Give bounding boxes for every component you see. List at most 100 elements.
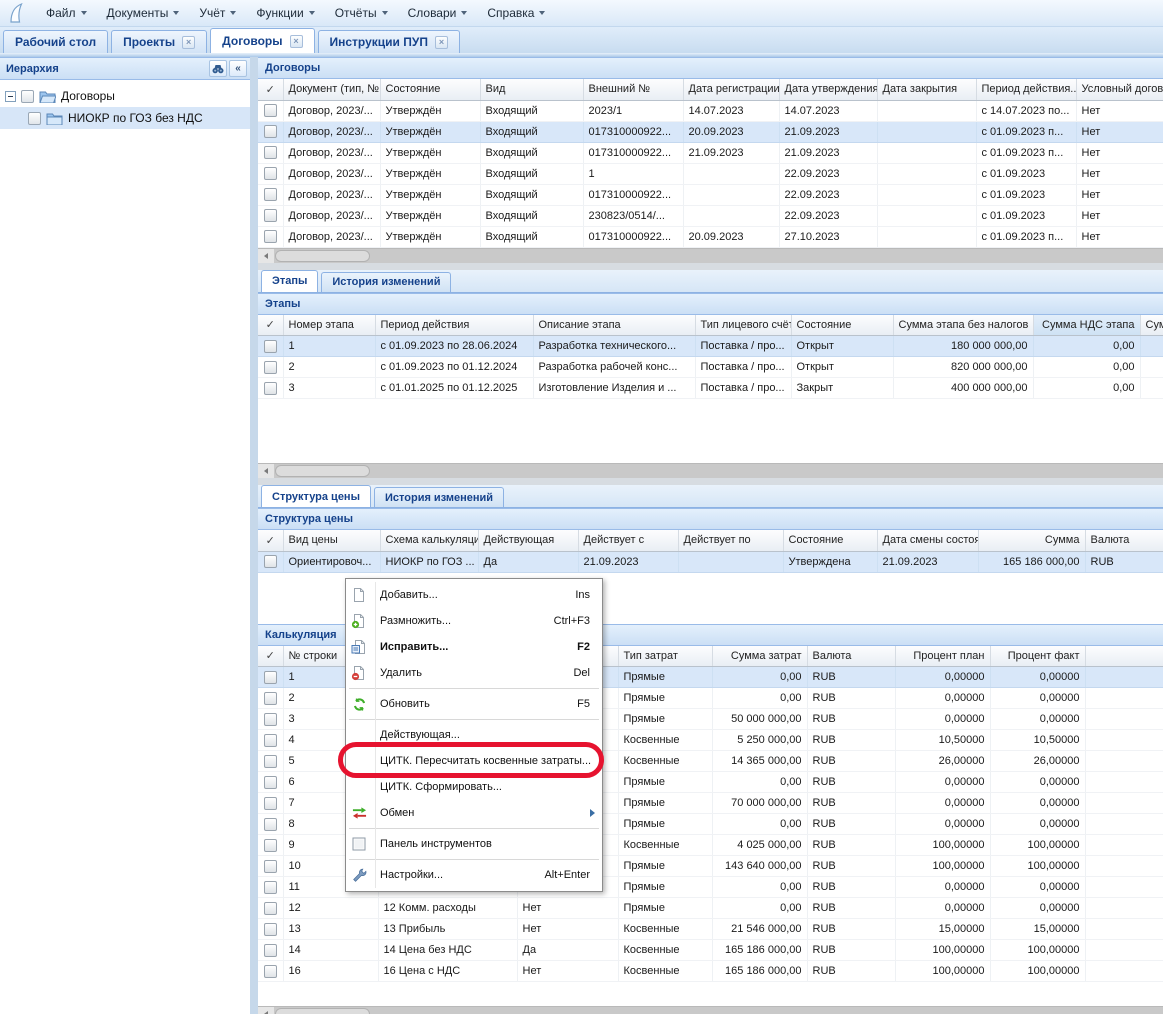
table-row[interactable]: 2с 01.09.2023 по 01.12.2024Разработка ра… (258, 357, 1163, 378)
column-header[interactable]: Сумма затрат (712, 646, 807, 667)
row-checkbox[interactable] (264, 361, 277, 374)
row-checkbox[interactable] (264, 713, 277, 726)
column-header[interactable] (1085, 646, 1163, 667)
column-header[interactable]: Действует по (678, 530, 783, 551)
column-header[interactable]: Период действия.. (976, 79, 1076, 100)
context-menu-item[interactable]: ЦИТК. Пересчитать косвенные затраты... (346, 748, 602, 774)
row-checkbox[interactable] (264, 881, 277, 894)
column-header[interactable]: Дата смены состоя (877, 530, 978, 551)
context-menu-item[interactable]: Добавить...Ins (346, 582, 602, 608)
column-header[interactable]: Процент план (895, 646, 990, 667)
table-row[interactable]: Договор, 2023/...УтверждёнВходящий017310… (258, 142, 1163, 163)
column-header[interactable]: Состояние (783, 530, 877, 551)
row-checkbox[interactable] (264, 818, 277, 831)
table-row[interactable]: Ориентировоч...НИОКР по ГОЗ ...Да21.09.2… (258, 551, 1163, 572)
row-checkbox[interactable] (264, 839, 277, 852)
panel-splitter[interactable] (258, 478, 1163, 485)
find-icon[interactable] (209, 60, 227, 77)
column-header[interactable]: Внешний № (583, 79, 683, 100)
row-checkbox[interactable] (264, 902, 277, 915)
column-header[interactable]: Вид цены (283, 530, 380, 551)
sidebar-splitter[interactable] (250, 57, 258, 1014)
column-header[interactable]: Вид (480, 79, 583, 100)
row-checkbox[interactable] (264, 230, 277, 243)
column-header[interactable]: Действует с (578, 530, 678, 551)
close-icon[interactable]: × (182, 36, 195, 49)
column-header[interactable]: ✓ (258, 646, 283, 667)
context-menu-item[interactable]: ОбновитьF5 (346, 691, 602, 717)
horizontal-scrollbar[interactable] (258, 248, 1163, 263)
close-icon[interactable]: × (435, 36, 448, 49)
section-tab[interactable]: Структура цены (261, 485, 371, 507)
tab-dogovory[interactable]: Договоры × (210, 28, 314, 53)
column-header[interactable]: Дата утверждения (779, 79, 877, 100)
column-header[interactable]: Процент факт (990, 646, 1085, 667)
tab-instrukcii-pup[interactable]: Инструкции ПУП × (318, 30, 460, 53)
column-header[interactable]: Валюта (807, 646, 895, 667)
column-header[interactable]: Состояние (791, 315, 893, 336)
context-menu-item[interactable]: Действующая... (346, 722, 602, 748)
tab-proekty[interactable]: Проекты × (111, 30, 207, 53)
scroll-left-icon[interactable] (258, 249, 274, 263)
column-header[interactable]: Описание этапа (533, 315, 695, 336)
tab-rabochiy-stol[interactable]: Рабочий стол (3, 30, 108, 53)
collapse-node-icon[interactable] (5, 91, 16, 102)
row-checkbox[interactable] (264, 382, 277, 395)
row-checkbox[interactable] (264, 923, 277, 936)
row-checkbox[interactable] (264, 104, 277, 117)
tree-checkbox[interactable] (28, 112, 41, 125)
row-checkbox[interactable] (264, 125, 277, 138)
table-row[interactable]: 1616 Цена с НДСНетКосвенные165 186 000,0… (258, 961, 1163, 982)
context-menu-item[interactable]: Размножить...Ctrl+F3 (346, 608, 602, 634)
column-header[interactable]: ✓ (258, 530, 283, 551)
table-row[interactable]: 1313 ПрибыльНетКосвенные21 546 000,00RUB… (258, 919, 1163, 940)
row-checkbox[interactable] (264, 167, 277, 180)
table-row[interactable]: 1с 01.09.2023 по 28.06.2024Разработка те… (258, 336, 1163, 357)
scroll-left-icon[interactable] (258, 1007, 274, 1014)
horizontal-scrollbar[interactable] (258, 1006, 1163, 1014)
context-menu-item[interactable]: Панель инструментов (346, 831, 602, 857)
table-row[interactable]: Договор, 2023/...УтверждёнВходящий230823… (258, 205, 1163, 226)
tree-node-niokr[interactable]: НИОКР по ГОЗ без НДС (0, 107, 250, 129)
context-menu-item[interactable]: УдалитьDel (346, 660, 602, 686)
tree-checkbox[interactable] (21, 90, 34, 103)
row-checkbox[interactable] (264, 755, 277, 768)
menubar-item[interactable]: Учёт (189, 2, 246, 24)
row-checkbox[interactable] (264, 797, 277, 810)
column-header[interactable]: Тип лицевого счёт (695, 315, 791, 336)
table-row[interactable]: 1212 Комм. расходыНетПрямые0,00RUB0,0000… (258, 898, 1163, 919)
scrollbar-thumb[interactable] (275, 1008, 370, 1014)
panel-splitter[interactable] (258, 263, 1163, 270)
column-header[interactable]: Документ (тип, № (283, 79, 380, 100)
row-checkbox[interactable] (264, 734, 277, 747)
table-row[interactable]: Договор, 2023/...УтверждёнВходящий017310… (258, 184, 1163, 205)
context-menu-item[interactable]: ЦИТК. Сформировать... (346, 774, 602, 800)
row-checkbox[interactable] (264, 671, 277, 684)
menubar-item[interactable]: Справка (477, 2, 555, 24)
row-checkbox[interactable] (264, 860, 277, 873)
section-tab[interactable]: История изменений (374, 487, 504, 507)
column-header[interactable]: Схема калькуляци (380, 530, 478, 551)
context-menu-item[interactable]: Обмен (346, 800, 602, 826)
tree-node-dogovory[interactable]: Договоры (0, 85, 250, 107)
column-header[interactable]: Период действия (375, 315, 533, 336)
row-checkbox[interactable] (264, 188, 277, 201)
scroll-left-icon[interactable] (258, 464, 274, 478)
column-header[interactable]: Сумма этапа без налогов (893, 315, 1033, 336)
scrollbar-thumb[interactable] (275, 250, 370, 262)
collapse-icon[interactable]: « (229, 60, 247, 77)
table-row[interactable]: 3с 01.01.2025 по 01.12.2025Изготовление … (258, 378, 1163, 399)
context-menu-item[interactable]: Исправить...F2 (346, 634, 602, 660)
column-header[interactable]: Сумма (978, 530, 1085, 551)
column-header[interactable]: Сумма НДС этапа (1033, 315, 1140, 336)
table-row[interactable]: Договор, 2023/...УтверждёнВходящий2023/1… (258, 100, 1163, 121)
scrollbar-thumb[interactable] (275, 465, 370, 477)
section-tab[interactable]: История изменений (321, 272, 451, 292)
column-header[interactable]: Дата закрытия (877, 79, 976, 100)
row-checkbox[interactable] (264, 209, 277, 222)
menubar-item[interactable]: Документы (97, 2, 190, 24)
column-header[interactable]: Валюта (1085, 530, 1163, 551)
horizontal-scrollbar[interactable] (258, 463, 1163, 478)
column-header[interactable]: ✓ (258, 315, 283, 336)
column-header[interactable]: Сум (1140, 315, 1163, 336)
